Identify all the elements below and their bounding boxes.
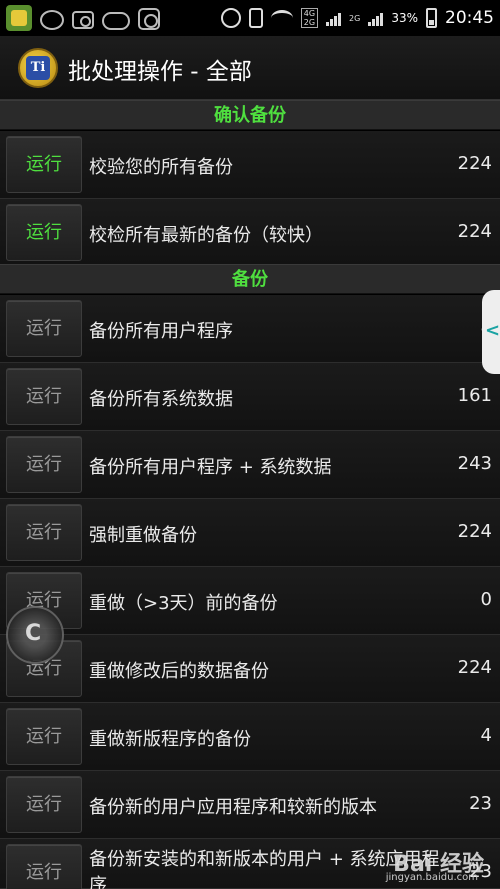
- signal-bars-icon: [326, 10, 342, 26]
- signal-bars-secondary-icon: [368, 10, 384, 26]
- vibrate-icon: [248, 8, 263, 28]
- row-label: 校验您的所有备份: [89, 157, 233, 178]
- wifi-icon: [270, 10, 293, 26]
- app-notification-icon: [6, 5, 32, 31]
- chat-notification-icon: [40, 9, 64, 30]
- battery-icon: [426, 8, 437, 28]
- row-label: 强制重做备份: [89, 525, 197, 546]
- run-button[interactable]: 运行: [6, 844, 82, 889]
- list-item: 运行 备份所有用户程序 + 系统数据 243: [0, 431, 500, 499]
- run-button[interactable]: 运行: [6, 204, 82, 261]
- list-item: 运行 重做（>3天）前的备份 0: [0, 567, 500, 635]
- row-count: 224: [457, 153, 492, 174]
- action-bar: Ti 批处理操作 - 全部: [0, 36, 500, 100]
- row-count: 4: [480, 725, 492, 746]
- list-item: 运行 备份所有用户程序 8: [0, 295, 500, 363]
- alarm-icon: [220, 8, 241, 28]
- page-title: 批处理操作 - 全部: [68, 59, 252, 85]
- system-icon: [138, 8, 160, 30]
- run-button[interactable]: 运行: [6, 136, 82, 193]
- list-item: 运行 备份新的用户应用程序和较新的版本 23: [0, 771, 500, 839]
- network-4g-label: 4G: [303, 9, 316, 18]
- app-logo-icon[interactable]: Ti: [18, 48, 58, 88]
- row-label: 备份所有系统数据: [89, 389, 233, 410]
- section-header-backup: 备份: [0, 264, 500, 294]
- network-type-badge: 4G 2G: [300, 8, 319, 28]
- network-2g-secondary: 2G: [349, 13, 361, 23]
- section-header-verify: 确认备份: [0, 100, 500, 130]
- row-label: 备份所有用户程序 + 系统数据: [89, 457, 332, 478]
- row-count: 224: [457, 521, 492, 542]
- clock: 20:45: [445, 8, 494, 28]
- row-count: 224: [457, 221, 492, 242]
- status-bar: 4G 2G 2G 33% 20:45: [0, 0, 500, 36]
- row-label: 重做（>3天）前的备份: [89, 593, 278, 614]
- run-button[interactable]: 运行: [6, 776, 82, 833]
- baidu-watermark-url: jingyan.baidu.com: [385, 872, 478, 883]
- battery-percent: 33%: [391, 11, 418, 25]
- list-item: 运行 校检所有最新的备份（较快） 224: [0, 199, 500, 267]
- list-item: 运行 重做新版程序的备份 4: [0, 703, 500, 771]
- row-label: 重做新版程序的备份: [89, 729, 251, 750]
- row-count: 161: [457, 385, 492, 406]
- assistive-touch-icon: C: [25, 621, 42, 646]
- chevron-left-icon: <: [485, 320, 500, 341]
- row-label: 重做修改后的数据备份: [89, 661, 269, 682]
- list-item: 运行 强制重做备份 224: [0, 499, 500, 567]
- row-count: 23: [469, 793, 492, 814]
- row-label: 备份所有用户程序: [89, 321, 233, 342]
- list-item: 运行 重做修改后的数据备份 224: [0, 635, 500, 703]
- screenshot-icon: [72, 11, 94, 29]
- run-button[interactable]: 运行: [6, 368, 82, 425]
- list-item: 运行 校验您的所有备份 224: [0, 131, 500, 199]
- notification-icons: [6, 5, 160, 31]
- run-button[interactable]: 运行: [6, 300, 82, 357]
- run-button[interactable]: 运行: [6, 436, 82, 493]
- cloud-icon: [102, 11, 130, 30]
- network-2g-label: 2G: [303, 18, 316, 27]
- side-drawer-handle[interactable]: <: [482, 290, 500, 374]
- app-logo-text: Ti: [26, 56, 50, 80]
- status-indicators: 4G 2G 2G 33% 20:45: [220, 4, 494, 32]
- row-label: 校检所有最新的备份（较快）: [89, 225, 323, 246]
- list-item: 运行 备份所有系统数据 161: [0, 363, 500, 431]
- run-button[interactable]: 运行: [6, 708, 82, 765]
- row-count: 243: [457, 453, 492, 474]
- row-count: 224: [457, 657, 492, 678]
- row-count: 0: [480, 589, 492, 610]
- run-button[interactable]: 运行: [6, 504, 82, 561]
- assistive-touch-button[interactable]: C: [6, 606, 64, 664]
- row-label: 备份新的用户应用程序和较新的版本: [89, 797, 377, 818]
